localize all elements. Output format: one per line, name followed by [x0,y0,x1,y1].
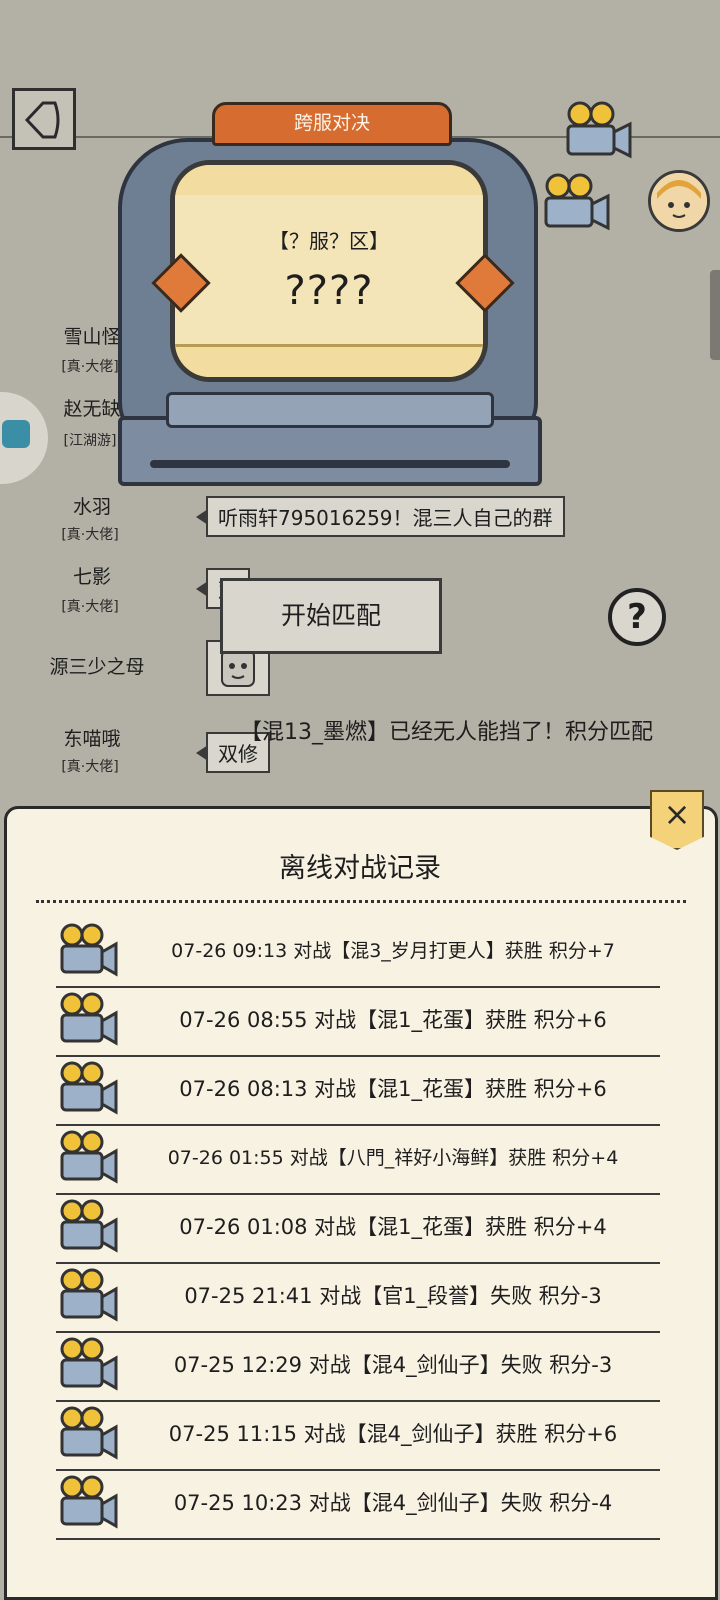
record-text: 07-26 08:13 对战【混1_花蛋】获胜 积分+6 [179,1077,607,1101]
replay-button[interactable] [56,1474,122,1534]
record-text: 07-26 01:55 对战【八門_祥好小海鲜】获胜 积分+4 [167,1147,619,1169]
cross-server-tab: 跨服对决 [212,102,452,146]
camera-icon[interactable] [56,1198,122,1254]
replay-button[interactable] [56,1267,122,1327]
camera-icon[interactable] [56,1129,122,1185]
record-text: 07-25 12:29 对战【混4_剑仙子】失败 积分-3 [173,1353,613,1377]
record-row[interactable]: 07-25 10:23 对战【混4_剑仙子】失败 积分-4 [56,1470,660,1540]
player-rank: [真·大佬] [61,527,119,543]
player-rank: [真·大佬] [61,759,119,775]
start-match-button[interactable]: 开始匹配 [220,578,442,654]
player-name: 七影 [72,566,111,588]
camera-icon[interactable] [56,991,122,1047]
record-row[interactable]: 07-25 21:41 对战【官1_段誉】失败 积分-3 [56,1263,660,1333]
opponent-name: ???? [284,268,374,314]
camera-icon[interactable] [56,1267,122,1323]
camera-icon[interactable] [56,1405,122,1461]
record-text: 07-25 11:15 对战【混4_剑仙子】获胜 积分+6 [168,1422,618,1446]
avatar-face-icon [651,173,707,229]
record-row[interactable]: 07-26 08:13 对战【混1_花蛋】获胜 积分+6 [56,1056,660,1126]
record-text: 07-26 01:08 对战【混1_花蛋】获胜 积分+4 [179,1215,607,1239]
record-text: 07-25 21:41 对战【官1_段誉】失败 积分-3 [184,1284,602,1308]
server-label: 【？服？区】 [269,229,389,253]
replay-button[interactable] [56,1336,122,1396]
camera-icon[interactable] [56,1474,122,1530]
chat-bubble: 听雨轩795016259！混三人自己的群 [196,496,565,537]
camera-icon[interactable] [562,100,636,160]
avatar[interactable] [648,170,710,232]
replay-button[interactable] [56,922,122,982]
machine-panel [166,392,494,428]
camera-icon[interactable] [56,1060,122,1116]
record-text: 07-26 08:55 对战【混1_花蛋】获胜 积分+6 [179,1008,607,1032]
player-name: 东喵哦 [63,728,121,750]
app-icon [2,420,30,448]
camera-icon[interactable] [56,922,122,978]
player-name: 源三少之母 [49,656,145,678]
record-row[interactable]: 07-26 01:08 对战【混1_花蛋】获胜 积分+4 [56,1194,660,1264]
back-button[interactable] [12,88,76,150]
camera-icon[interactable] [56,1336,122,1392]
record-row[interactable]: 07-25 11:15 对战【混4_剑仙子】获胜 积分+6 [56,1401,660,1471]
record-row[interactable]: 07-25 12:29 对战【混4_剑仙子】失败 积分-3 [56,1332,660,1402]
side-handle[interactable] [710,270,720,360]
replay-button[interactable] [56,1405,122,1465]
replay-button[interactable] [56,1060,122,1120]
replay-button[interactable] [56,1129,122,1189]
ticker-text: 【混13_墨燃】已经无人能挡了！积分匹配 [240,720,653,745]
record-row[interactable]: 07-26 01:55 对战【八門_祥好小海鲜】获胜 积分+4 [56,1125,660,1195]
dotted-divider [36,900,686,903]
record-text: 07-25 10:23 对战【混4_剑仙子】失败 积分-4 [173,1491,613,1515]
player-name: 水羽 [72,496,111,518]
player-rank: [真·大佬] [61,599,119,615]
record-text: 07-26 09:13 对战【混3_岁月打更人】获胜 积分+7 [171,940,615,962]
record-row[interactable]: 07-26 09:13 对战【混3_岁月打更人】获胜 积分+7 [56,918,660,988]
replay-button[interactable] [56,1198,122,1258]
help-icon[interactable]: ? [608,588,666,646]
replay-button[interactable] [56,991,122,1051]
back-icon [24,101,60,139]
record-row[interactable]: 07-26 08:55 对战【混1_花蛋】获胜 积分+6 [56,987,660,1057]
camera-icon[interactable] [540,172,614,232]
modal-title: 离线对战记录 [279,853,441,884]
